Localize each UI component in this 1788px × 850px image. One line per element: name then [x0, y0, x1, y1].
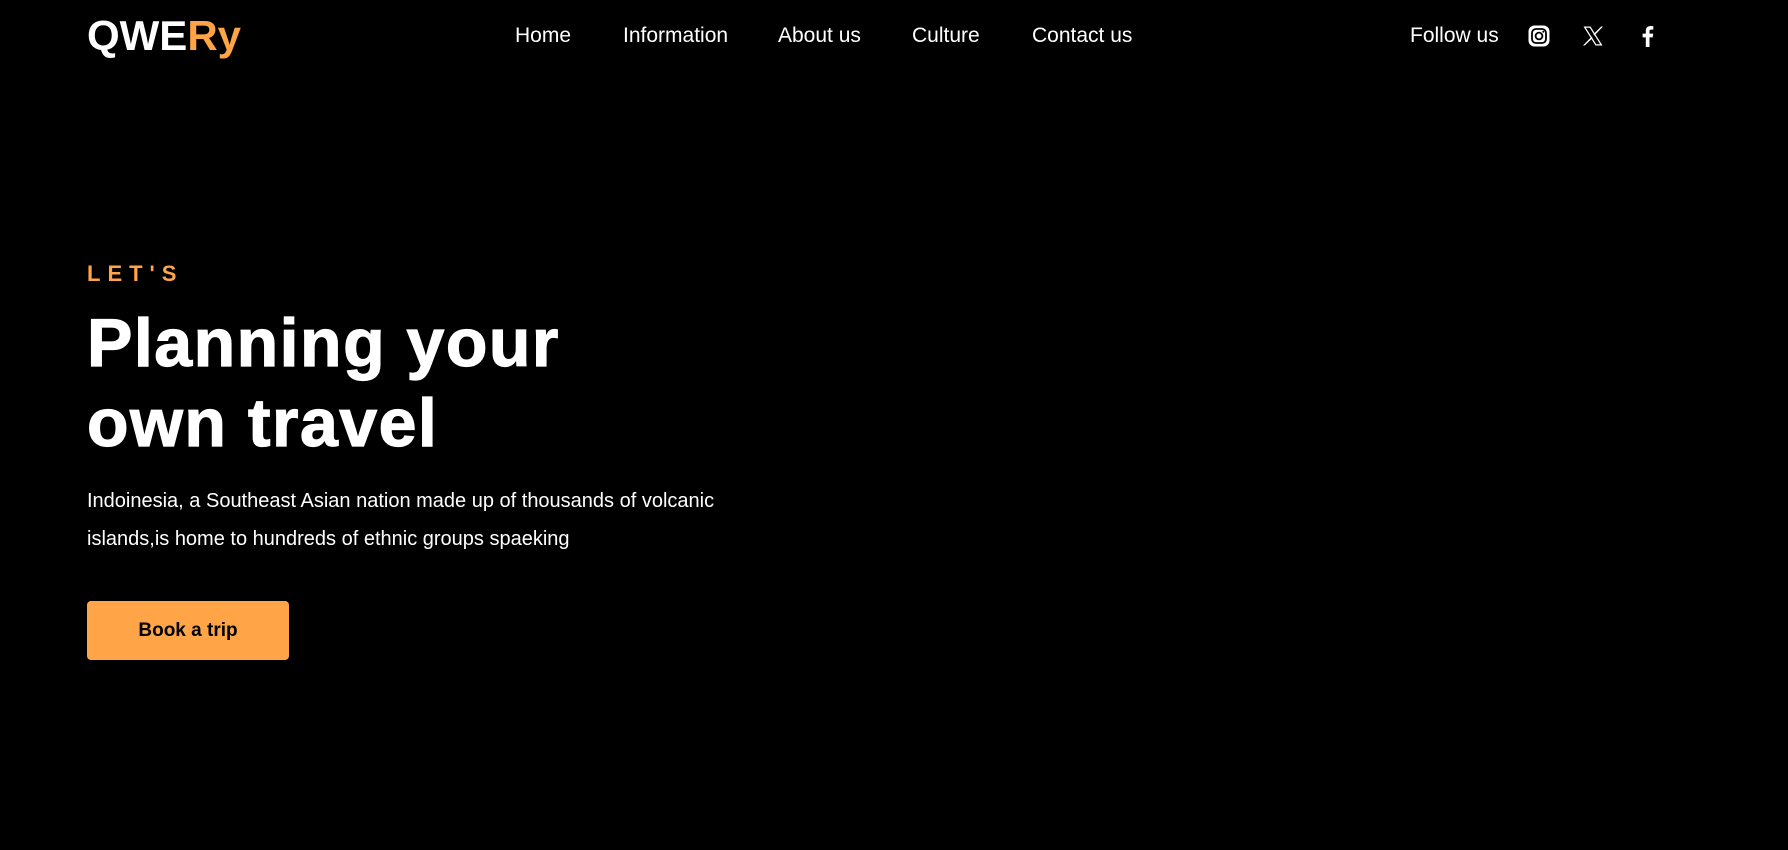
book-a-trip-button[interactable]: Book a trip [87, 601, 289, 660]
nav-link-about-us[interactable]: About us [778, 22, 861, 50]
hero-eyebrow: LET'S [87, 261, 184, 286]
hero-description: Indoinesia, a Southeast Asian nation mad… [87, 490, 715, 550]
hero-title: Planning your own travel [86, 303, 787, 463]
x-icon[interactable] [1581, 24, 1605, 48]
nav-link-contact-us[interactable]: Contact us [1032, 22, 1132, 50]
nav-link-culture[interactable]: Culture [912, 22, 980, 50]
instagram-icon[interactable] [1527, 24, 1551, 48]
page: QWERy Home Information About us Culture … [0, 0, 1788, 850]
main-nav: Home Information About us Culture Contac… [0, 22, 1788, 50]
hero-title-line-2: own travel [86, 384, 439, 461]
facebook-icon[interactable] [1636, 24, 1660, 48]
nav-link-information[interactable]: Information [623, 22, 728, 50]
hero-title-line-1: Planning your [86, 304, 560, 381]
nav-link-home[interactable]: Home [515, 22, 571, 50]
follow-us-label: Follow us [1410, 24, 1499, 47]
